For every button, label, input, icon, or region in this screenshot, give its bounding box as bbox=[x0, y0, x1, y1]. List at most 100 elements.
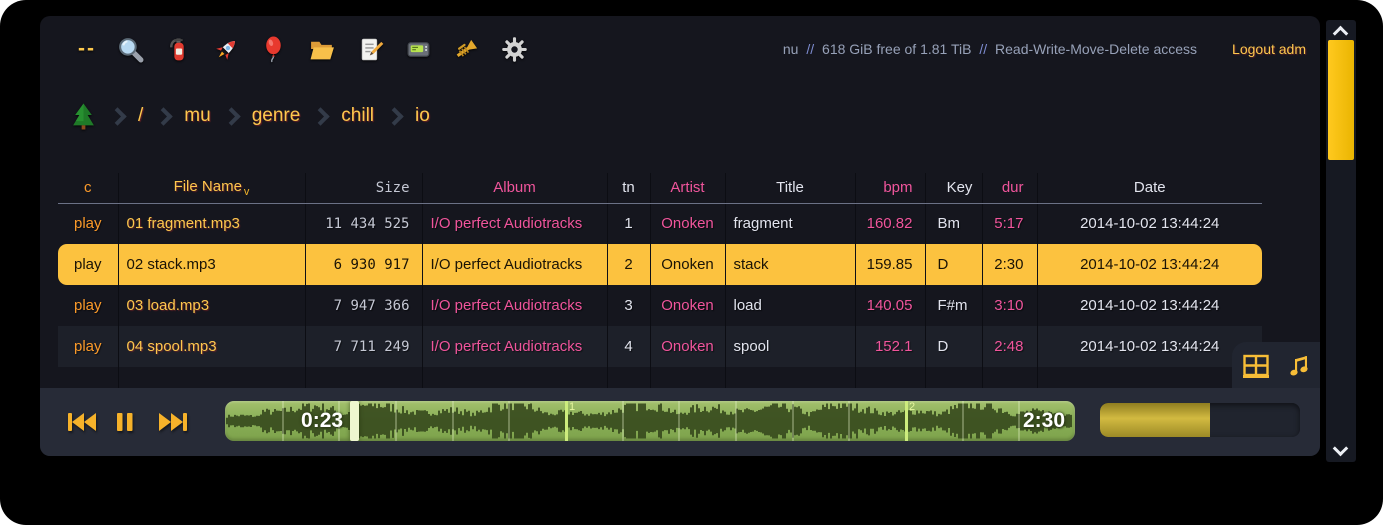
column-header-name[interactable]: File Namev bbox=[118, 173, 305, 203]
cell-date: 2014-10-02 13:44:24 bbox=[1037, 203, 1262, 244]
breadcrumb-chevron-icon bbox=[155, 107, 173, 125]
breadcrumb-item-io[interactable]: io bbox=[415, 105, 430, 127]
breadcrumb: / mu genre chill io bbox=[70, 96, 430, 136]
memo-icon[interactable] bbox=[357, 36, 384, 63]
cell-name[interactable]: 03 load.mp3 bbox=[118, 285, 305, 326]
file-table-header: cFile NamevSizeAlbumtnArtistTitlebpmKeyd… bbox=[58, 173, 1262, 203]
music-note-icon[interactable] bbox=[1285, 353, 1311, 379]
volume-fill bbox=[1100, 403, 1210, 437]
rocket-icon[interactable] bbox=[213, 36, 240, 63]
breadcrumb-chevron-icon bbox=[108, 107, 126, 125]
cell-c[interactable]: play bbox=[58, 244, 118, 285]
cell-dur: 2:48 bbox=[982, 326, 1037, 367]
scrollbar-thumb[interactable] bbox=[1328, 40, 1354, 160]
seekbar-gridline bbox=[735, 401, 737, 441]
search-icon[interactable] bbox=[117, 36, 144, 63]
seekbar-gridline bbox=[452, 401, 454, 441]
column-header-album[interactable]: Album bbox=[422, 173, 607, 203]
cell-bpm: 152.1 bbox=[855, 326, 925, 367]
column-header-c[interactable]: c bbox=[58, 173, 118, 203]
breadcrumb-item-genre[interactable]: genre bbox=[252, 105, 301, 127]
column-header-bpm[interactable]: bpm bbox=[855, 173, 925, 203]
cell-album: I/O perfect Audiotracks bbox=[422, 326, 607, 367]
next-track-button[interactable] bbox=[158, 412, 188, 437]
scroll-up-icon[interactable] bbox=[1333, 26, 1349, 42]
table-row[interactable]: play01 fragment.mp311 434 525I/O perfect… bbox=[58, 203, 1262, 244]
dashes-icon[interactable]: -- bbox=[78, 36, 96, 63]
tree-icon[interactable] bbox=[70, 102, 97, 131]
table-row[interactable]: play02 stack.mp36 930 917I/O perfect Aud… bbox=[58, 244, 1262, 285]
window: -- nu // 618 GiB free of bbox=[0, 0, 1383, 525]
logout-link[interactable]: Logout adm bbox=[1232, 41, 1306, 57]
fire-extinguisher-icon[interactable] bbox=[165, 36, 192, 63]
column-header-key[interactable]: Key bbox=[925, 173, 982, 203]
cell-key: Bm bbox=[925, 203, 982, 244]
cell-size: 6 930 917 bbox=[305, 244, 422, 285]
cell-c[interactable]: play bbox=[58, 285, 118, 326]
cell-dur: 5:17 bbox=[982, 203, 1037, 244]
breadcrumb-chevron-icon bbox=[385, 107, 403, 125]
table-row[interactable]: play04 spool.mp37 711 249I/O perfect Aud… bbox=[58, 326, 1262, 367]
column-header-size[interactable]: Size bbox=[305, 173, 422, 203]
seekbar[interactable]: 0:23 2:30 12 bbox=[225, 401, 1075, 441]
cell-size: 11 434 525 bbox=[305, 203, 422, 244]
scrollbar[interactable] bbox=[1326, 20, 1356, 462]
seekbar-gridline bbox=[962, 401, 964, 441]
cell-c[interactable]: play bbox=[58, 326, 118, 367]
cell-tn: 4 bbox=[607, 326, 650, 367]
previous-track-button[interactable] bbox=[67, 412, 97, 437]
column-header-tn[interactable]: tn bbox=[607, 173, 650, 203]
cell-name[interactable]: 02 stack.mp3 bbox=[118, 244, 305, 285]
cell-name[interactable]: 04 spool.mp3 bbox=[118, 326, 305, 367]
seekbar-gridline bbox=[678, 401, 680, 441]
grid-view-icon[interactable] bbox=[1241, 353, 1271, 380]
column-header-dur[interactable]: dur bbox=[982, 173, 1037, 203]
scroll-down-icon[interactable] bbox=[1333, 441, 1349, 457]
cell-artist: Onoken bbox=[650, 244, 725, 285]
seekbar-gridline bbox=[792, 401, 794, 441]
minute-marker-label: 1 bbox=[569, 401, 575, 413]
seekbar-gridline bbox=[282, 401, 284, 441]
folder-icon[interactable] bbox=[309, 36, 336, 63]
minute-marker-label: 2 bbox=[909, 401, 915, 413]
balloon-icon[interactable] bbox=[261, 36, 288, 63]
cell-tn: 1 bbox=[607, 203, 650, 244]
table-row[interactable]: play03 load.mp37 947 366I/O perfect Audi… bbox=[58, 285, 1262, 326]
cell-bpm: 159.85 bbox=[855, 244, 925, 285]
cell-dur: 3:10 bbox=[982, 285, 1037, 326]
cell-c[interactable]: play bbox=[58, 203, 118, 244]
seekbar-gridline bbox=[508, 401, 510, 441]
cell-title: spool bbox=[725, 326, 855, 367]
cell-artist: Onoken bbox=[650, 203, 725, 244]
column-header-title[interactable]: Title bbox=[725, 173, 855, 203]
cell-album: I/O perfect Audiotracks bbox=[422, 285, 607, 326]
seekbar-gridline bbox=[848, 401, 850, 441]
volume-slider[interactable] bbox=[1100, 403, 1300, 437]
cell-bpm: 140.05 bbox=[855, 285, 925, 326]
seekbar-gridline bbox=[1018, 401, 1020, 441]
trumpet-icon[interactable] bbox=[453, 36, 480, 63]
cell-dur: 2:30 bbox=[982, 244, 1037, 285]
breadcrumb-item-mu[interactable]: mu bbox=[184, 105, 210, 127]
column-header-artist[interactable]: Artist bbox=[650, 173, 725, 203]
pause-button[interactable] bbox=[116, 412, 134, 437]
cell-artist: Onoken bbox=[650, 326, 725, 367]
breadcrumb-item-chill[interactable]: chill bbox=[341, 105, 374, 127]
view-toggle-panel bbox=[1232, 342, 1320, 390]
cell-size: 7 711 249 bbox=[305, 326, 422, 367]
cell-name[interactable]: 01 fragment.mp3 bbox=[118, 203, 305, 244]
gear-icon[interactable] bbox=[501, 36, 528, 63]
cell-size: 7 947 366 bbox=[305, 285, 422, 326]
cell-key: F#m bbox=[925, 285, 982, 326]
file-table: cFile NamevSizeAlbumtnArtistTitlebpmKeyd… bbox=[58, 173, 1262, 408]
cell-date: 2014-10-02 13:44:24 bbox=[1037, 326, 1262, 367]
column-header-date[interactable]: Date bbox=[1037, 173, 1262, 203]
cell-title: stack bbox=[725, 244, 855, 285]
breadcrumb-item-root[interactable]: / bbox=[138, 105, 143, 127]
playhead-cursor[interactable] bbox=[350, 401, 359, 441]
app-surface: -- nu // 618 GiB free of bbox=[40, 16, 1320, 456]
current-time: 0:23 bbox=[301, 401, 343, 441]
pager-icon[interactable] bbox=[405, 36, 432, 63]
cell-album: I/O perfect Audiotracks bbox=[422, 203, 607, 244]
cell-date: 2014-10-02 13:44:24 bbox=[1037, 285, 1262, 326]
